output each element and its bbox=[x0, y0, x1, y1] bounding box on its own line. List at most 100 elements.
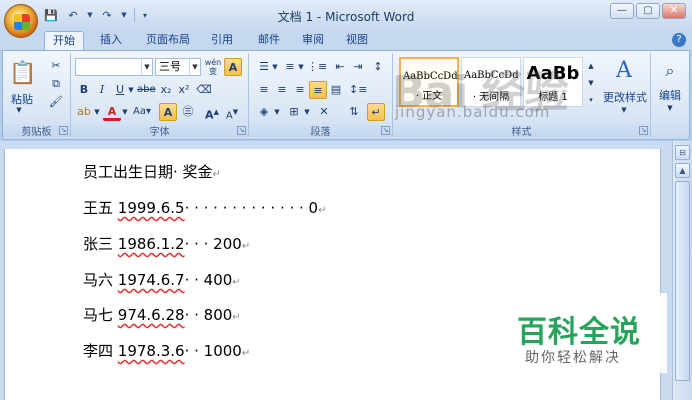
bold-icon[interactable]: B bbox=[75, 81, 93, 99]
document-line[interactable]: 马六 1974.6.7· · 400↵ bbox=[83, 269, 241, 290]
grow-font-icon[interactable]: A▲ bbox=[203, 103, 221, 122]
copy-icon[interactable]: ⧉ bbox=[47, 75, 65, 93]
ruler-toggle-icon[interactable]: ⊟ bbox=[675, 145, 690, 160]
paste-icon[interactable]: 📋 bbox=[9, 59, 36, 89]
strikethrough-icon[interactable]: abe bbox=[137, 81, 156, 99]
window-controls: — ▢ ✕ bbox=[610, 3, 686, 19]
line-name: 李四 bbox=[83, 342, 118, 360]
change-styles-icon[interactable]: A bbox=[609, 57, 639, 85]
chevron-down-icon[interactable]: ▼ bbox=[189, 59, 200, 75]
shrink-font-icon[interactable]: A▼ bbox=[223, 103, 241, 121]
clipboard-launcher-icon[interactable]: ↘ bbox=[59, 126, 68, 135]
document-line[interactable]: 马七 974.6.28· · 800↵ bbox=[83, 304, 241, 325]
paragraph-launcher-icon[interactable]: ↘ bbox=[381, 126, 390, 135]
tab-mailings[interactable]: 邮件 bbox=[250, 31, 288, 50]
styles-more-icon[interactable]: ▾ bbox=[585, 91, 597, 107]
styles-group-label: 样式 bbox=[393, 123, 650, 138]
paragraph-mark: ↵ bbox=[241, 348, 251, 359]
chevron-down-icon[interactable]: ▼ bbox=[127, 81, 135, 99]
chevron-down-icon[interactable]: ▼ bbox=[141, 59, 152, 75]
chevron-down-icon[interactable]: ▼ bbox=[297, 58, 305, 76]
distributed-icon[interactable]: ▤ bbox=[327, 81, 345, 99]
increase-indent-icon[interactable]: ⇥ bbox=[349, 58, 367, 76]
chevron-down-icon[interactable]: ▼ bbox=[271, 58, 279, 76]
tab-view[interactable]: 视图 bbox=[338, 31, 376, 50]
badge-title: 百科全说 bbox=[517, 315, 641, 350]
change-case-icon[interactable]: Aa▾ bbox=[131, 103, 153, 121]
find-binoculars-icon[interactable]: ⌕ bbox=[659, 59, 681, 83]
paragraph-mark: ↵ bbox=[232, 277, 241, 288]
paste-dropdown-icon[interactable]: ▼ bbox=[13, 105, 25, 115]
ribbon-tabs: 开始 插入 页面布局 引用 邮件 审阅 视图 bbox=[0, 30, 692, 50]
tab-review[interactable]: 审阅 bbox=[294, 31, 332, 50]
borders-icon[interactable]: ⊞ bbox=[285, 103, 303, 121]
line-date: 1999.6.5 bbox=[117, 199, 185, 217]
title-bar: 💾 ↶ ▼ ↷ ▼ ▾ 文档 1 - Microsoft Word — ▢ ✕ bbox=[0, 0, 692, 38]
superscript-icon[interactable]: x² bbox=[175, 81, 193, 99]
scroll-thumb[interactable] bbox=[675, 181, 690, 381]
character-shading-icon[interactable]: A bbox=[159, 103, 177, 121]
character-border-icon[interactable]: A bbox=[224, 58, 242, 76]
change-styles-label[interactable]: 更改样式 bbox=[601, 89, 649, 105]
ruler-strip bbox=[0, 141, 692, 149]
decrease-indent-icon[interactable]: ⇤ bbox=[331, 58, 349, 76]
minimize-button[interactable]: — bbox=[610, 3, 634, 19]
shading-icon[interactable]: ◈ bbox=[255, 103, 273, 121]
tab-insert[interactable]: 插入 bbox=[92, 31, 130, 50]
format-painter-icon[interactable]: 🖌 bbox=[47, 93, 65, 111]
justify-icon[interactable]: ≡ bbox=[309, 81, 327, 99]
chevron-down-icon[interactable]: ▼ bbox=[665, 103, 675, 113]
paragraph-mark: ↵ bbox=[241, 241, 251, 252]
subscript-icon[interactable]: x₂ bbox=[157, 81, 175, 99]
tab-page-layout[interactable]: 页面布局 bbox=[138, 31, 198, 50]
document-line[interactable]: 张三 1986.1.2· · · 200↵ bbox=[83, 233, 250, 254]
align-right-icon[interactable]: ≡ bbox=[291, 81, 309, 99]
line-name: 王五 bbox=[83, 199, 118, 217]
styles-scroll-up-icon[interactable]: ▲ bbox=[585, 57, 597, 73]
asian-layout-icon[interactable]: ✕ bbox=[315, 103, 333, 121]
phonetic-guide-icon[interactable]: wén 变 bbox=[204, 58, 222, 76]
clipboard-group: 📋 粘贴 ▼ ✂ ⧉ 🖌 剪贴板 ↘ bbox=[3, 53, 71, 138]
italic-icon[interactable]: I bbox=[93, 81, 111, 99]
align-left-icon[interactable]: ≡ bbox=[255, 81, 273, 99]
help-icon[interactable]: ? bbox=[672, 33, 686, 47]
font-size-combo[interactable]: 三号 ▼ bbox=[155, 58, 201, 76]
clear-formatting-icon[interactable]: ⌫ bbox=[195, 81, 213, 99]
enclose-characters-icon[interactable]: ㊂ bbox=[179, 103, 197, 121]
font-size-value: 三号 bbox=[159, 60, 181, 73]
cut-icon[interactable]: ✂ bbox=[47, 57, 65, 75]
tab-home[interactable]: 开始 bbox=[44, 31, 84, 50]
scroll-up-icon[interactable]: ▲ bbox=[675, 163, 690, 178]
sort-icon[interactable]: ↕ bbox=[369, 58, 387, 76]
align-center-icon[interactable]: ≡ bbox=[273, 81, 291, 99]
office-button[interactable] bbox=[4, 4, 38, 38]
font-launcher-icon[interactable]: ↘ bbox=[237, 126, 246, 135]
document-line[interactable]: 王五 1999.6.5· · · · · · · · · · · · · 0↵ bbox=[83, 197, 326, 218]
highlight-icon[interactable]: ab bbox=[75, 103, 93, 121]
close-button[interactable]: ✕ bbox=[662, 3, 686, 19]
font-name-combo[interactable]: ▼ bbox=[75, 58, 153, 76]
editing-label[interactable]: 编辑 bbox=[651, 87, 689, 103]
font-group: ▼ 三号 ▼ wén 变 A B I U ▼ abe x₂ x² ⌫ ab ▼ A… bbox=[71, 53, 249, 138]
show-hide-marks-icon[interactable]: ↵ bbox=[367, 103, 385, 121]
font-color-icon[interactable]: A bbox=[103, 103, 121, 121]
vertical-scrollbar[interactable]: ⊟ ▲ bbox=[672, 141, 692, 400]
sort-icon[interactable]: ⇅ bbox=[345, 103, 363, 121]
multilevel-list-icon[interactable]: ⋮≡ bbox=[307, 58, 327, 76]
chevron-down-icon[interactable]: ▼ bbox=[273, 103, 281, 121]
line-date: 974.6.28 bbox=[117, 306, 185, 324]
tab-references[interactable]: 引用 bbox=[203, 31, 241, 50]
paragraph-mark: ↵ bbox=[212, 169, 221, 180]
editing-group: ⌕ 编辑 ▼ bbox=[651, 53, 689, 137]
chevron-down-icon[interactable]: ▼ bbox=[121, 103, 129, 121]
chevron-down-icon[interactable]: ▼ bbox=[619, 105, 629, 115]
line-spacing-icon[interactable]: ↕≡ bbox=[349, 81, 367, 99]
styles-launcher-icon[interactable]: ↘ bbox=[639, 126, 648, 135]
office-logo-icon bbox=[14, 14, 30, 30]
document-line[interactable]: 李四 1978.3.6· · 1000↵ bbox=[83, 340, 250, 361]
document-line[interactable]: 员工出生日期· 奖金↵ bbox=[83, 161, 221, 182]
styles-scroll-down-icon[interactable]: ▼ bbox=[585, 74, 597, 90]
chevron-down-icon[interactable]: ▼ bbox=[303, 103, 311, 121]
chevron-down-icon[interactable]: ▼ bbox=[93, 103, 101, 121]
maximize-button[interactable]: ▢ bbox=[636, 3, 660, 19]
